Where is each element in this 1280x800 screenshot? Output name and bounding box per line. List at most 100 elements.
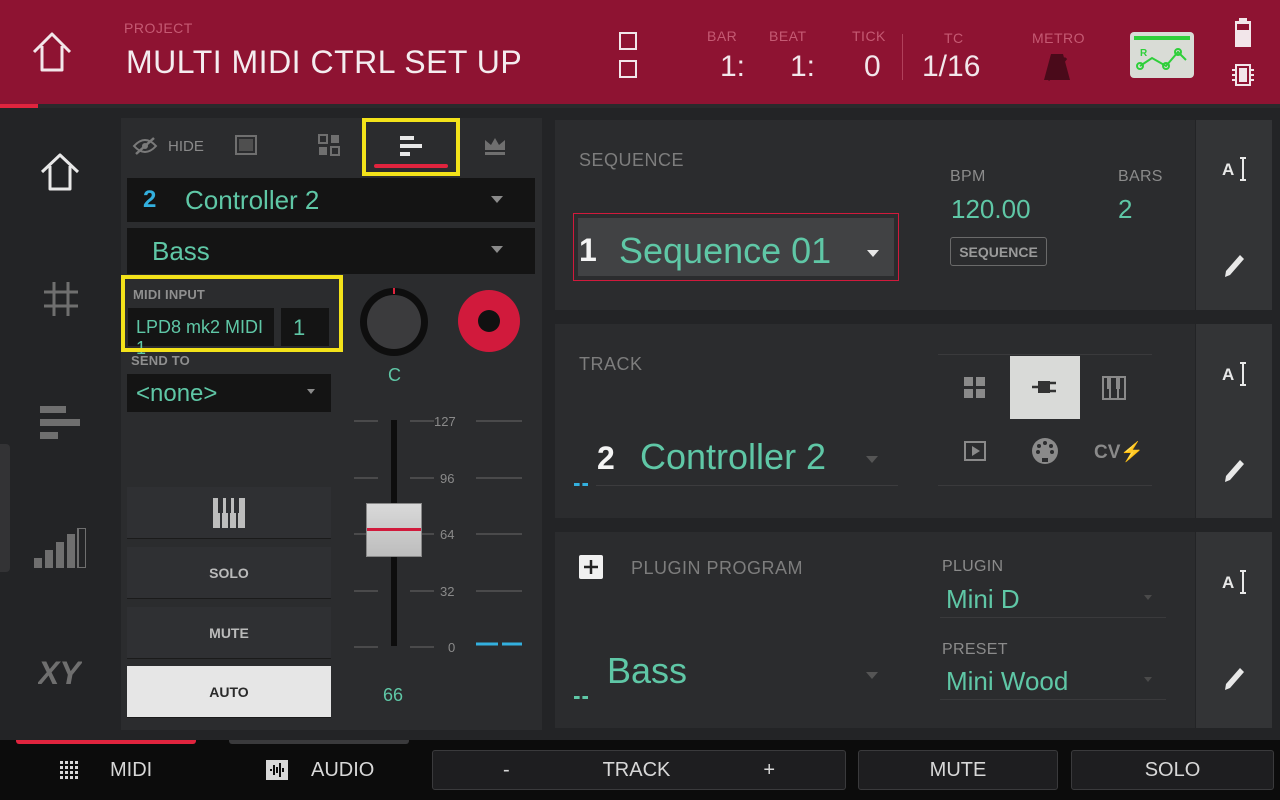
plus-icon: [584, 560, 598, 574]
volume-fader-handle[interactable]: [366, 503, 422, 557]
xy-fx-icon[interactable]: XY: [36, 654, 83, 692]
plugin-program-name: Bass: [607, 650, 688, 691]
plugin-selector[interactable]: Mini D: [940, 582, 1166, 618]
metronome-icon[interactable]: [1042, 50, 1072, 84]
hide-eye-icon: [132, 137, 158, 155]
program-indicator-dash: [574, 696, 588, 699]
send-to-selector[interactable]: <none>: [127, 374, 331, 412]
edit-track-icon[interactable]: [1222, 456, 1246, 484]
plug-icon: [1032, 381, 1056, 393]
solo-button[interactable]: SOLO: [127, 547, 331, 599]
track-selector[interactable]: 2 Controller 2: [127, 178, 535, 222]
plugin-label: PLUGIN: [942, 558, 1004, 575]
cv-type-icon[interactable]: CV⚡: [1094, 440, 1144, 464]
sequence-label: SEQUENCE: [579, 150, 685, 170]
preset-value: Mini Wood: [946, 666, 1069, 696]
plugin-value: Mini D: [946, 584, 1020, 614]
pan-value: C: [388, 365, 401, 385]
audio-wave-icon: [266, 760, 288, 780]
track-name: Controller 2: [185, 185, 320, 215]
track-selector[interactable]: 2 Controller 2: [596, 430, 898, 486]
plugin-side-column: [1196, 532, 1272, 728]
track-panel-name: Controller 2: [640, 436, 827, 477]
sequence-mode-icon[interactable]: [619, 32, 637, 50]
sequence-selector[interactable]: 1 Sequence 01: [573, 213, 899, 281]
bpm-value[interactable]: 120.00: [951, 194, 1031, 225]
project-label: PROJECT: [124, 20, 193, 36]
bottom-mute-button[interactable]: MUTE: [858, 750, 1058, 790]
bpm-label: BPM: [950, 168, 986, 185]
hide-tab[interactable]: HIDE: [128, 124, 228, 168]
audio-tab[interactable]: AUDIO: [266, 752, 406, 788]
record-icon: [478, 310, 500, 332]
highlight-track-view-tab: [362, 118, 460, 176]
track-plus-button[interactable]: +: [763, 759, 775, 782]
crown-tab-icon[interactable]: [483, 136, 507, 156]
chevron-down-icon: [307, 389, 315, 394]
preset-selector[interactable]: Mini Wood: [940, 664, 1166, 700]
midi-tab[interactable]: MIDI: [60, 752, 200, 788]
tc-value[interactable]: 1/16: [922, 50, 980, 84]
rename-program-icon[interactable]: A: [1222, 568, 1248, 596]
bar-label: BAR: [707, 28, 738, 44]
midi-grid-icon: [60, 761, 78, 779]
song-mode-icon[interactable]: [619, 60, 637, 78]
tick-label: TICK: [852, 28, 886, 44]
beat-label: BEAT: [769, 28, 807, 44]
nav-active-indicator: [0, 444, 10, 572]
edit-program-icon[interactable]: [1222, 664, 1246, 692]
keygroup-type-icon[interactable]: [1102, 376, 1126, 400]
project-name[interactable]: MULTI MIDI CTRL SET UP: [126, 44, 522, 81]
bar-value[interactable]: 1:: [720, 50, 745, 84]
keyboard-button[interactable]: [127, 487, 331, 539]
edit-sequence-icon[interactable]: [1222, 251, 1246, 279]
auto-button[interactable]: AUTO: [127, 666, 331, 718]
track-nav-button: - TRACK +: [432, 750, 846, 790]
sequence-button[interactable]: SEQUENCE: [950, 237, 1047, 266]
drum-type-icon[interactable]: [964, 377, 986, 399]
scale-64: 64: [440, 527, 455, 542]
beat-value[interactable]: 1:: [790, 50, 815, 84]
plugin-type-button[interactable]: [1010, 356, 1080, 419]
midi-tab-indicator: [16, 740, 196, 744]
nav-home-icon[interactable]: [38, 152, 82, 192]
storage-icon[interactable]: [1230, 62, 1256, 88]
bars-value[interactable]: 2: [1118, 194, 1132, 225]
plugin-program-selector[interactable]: Bass: [600, 646, 898, 702]
levels-icon[interactable]: [34, 527, 87, 569]
svg-text:A: A: [1222, 573, 1234, 592]
midi-type-icon[interactable]: [1031, 437, 1059, 465]
svg-text:R: R: [1140, 48, 1148, 59]
automation-status-icon[interactable]: R: [1130, 32, 1194, 78]
home-icon[interactable]: [28, 30, 76, 76]
clip-type-icon[interactable]: [964, 441, 986, 461]
svg-text:XY: XY: [38, 655, 82, 691]
track-minus-button[interactable]: -: [503, 759, 510, 782]
audio-tab-label: AUDIO: [311, 758, 375, 781]
add-program-button[interactable]: [579, 555, 603, 579]
rename-track-icon[interactable]: A: [1222, 360, 1248, 388]
track-indicator-dash: [574, 483, 588, 486]
fader-value: 66: [383, 685, 404, 705]
program-selector[interactable]: Bass: [127, 228, 535, 274]
chevron-down-icon: [1144, 677, 1152, 682]
record-arm-button[interactable]: [458, 290, 520, 352]
track-label: TRACK: [579, 354, 643, 374]
highlight-midi-input: [121, 275, 343, 352]
grid-icon[interactable]: [42, 280, 80, 318]
chevron-down-icon: [866, 456, 878, 463]
single-view-tab-icon[interactable]: [235, 135, 257, 155]
rename-sequence-icon[interactable]: A: [1222, 155, 1248, 183]
multi-view-tab-icon[interactable]: [318, 134, 340, 156]
hide-label: HIDE: [168, 137, 204, 155]
bottom-solo-button[interactable]: SOLO: [1071, 750, 1274, 790]
send-to-value: <none>: [136, 380, 218, 407]
left-navigation: XY: [0, 108, 120, 740]
tick-value[interactable]: 0: [864, 50, 881, 84]
chevron-down-icon: [866, 672, 878, 679]
track-mixer-icon[interactable]: [40, 406, 80, 440]
header-divider: [902, 34, 903, 80]
keyboard-icon: [213, 497, 245, 528]
pan-knob[interactable]: [358, 286, 430, 358]
mute-button[interactable]: MUTE: [127, 607, 331, 659]
